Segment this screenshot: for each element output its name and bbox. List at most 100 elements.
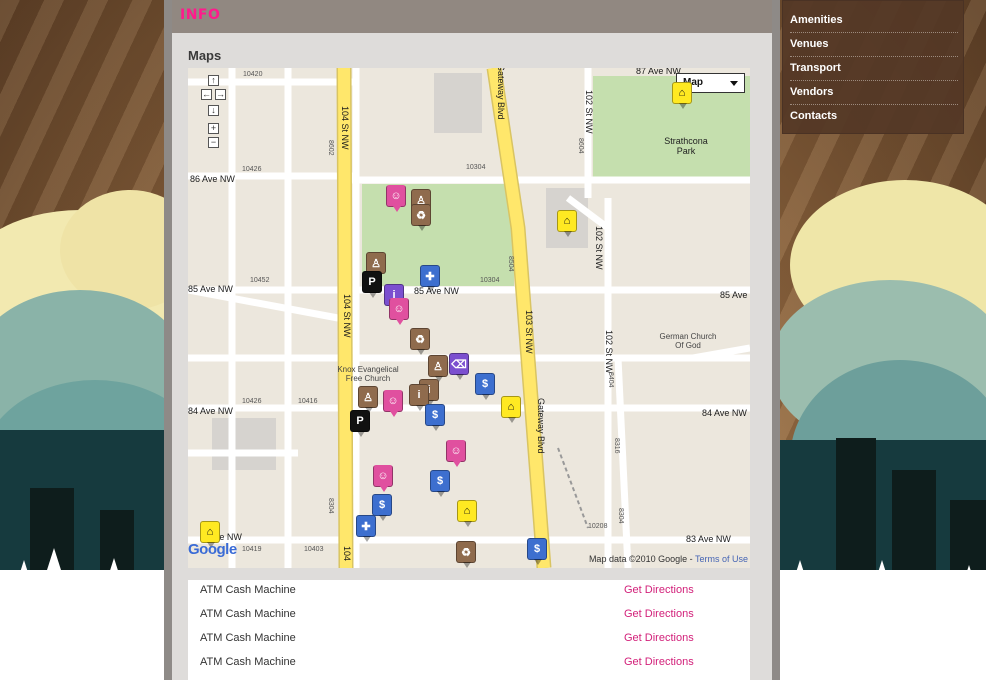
restroom-icon[interactable]: ♙ <box>358 386 378 413</box>
google-logo: Google <box>188 541 237 558</box>
address-number: 10403 <box>304 546 324 553</box>
list-item: ATM Cash Machine Get Directions <box>188 628 750 652</box>
tree <box>868 560 896 604</box>
first-aid-icon[interactable]: ✚ <box>420 265 440 292</box>
house-icon[interactable]: ⌂ <box>200 521 220 548</box>
menu-item-vendors[interactable]: Vendors <box>790 81 958 105</box>
atm-icon[interactable]: $ <box>527 538 547 565</box>
zoom-in-icon[interactable]: + <box>208 123 219 134</box>
get-directions-link[interactable]: Get Directions <box>624 584 694 596</box>
side-menu: Amenities Venues Transport Vendors Conta… <box>782 0 964 134</box>
tree <box>130 570 158 614</box>
atm-icon[interactable]: $ <box>372 494 392 521</box>
list-item-name: ATM Cash Machine <box>200 656 296 668</box>
theater-icon[interactable]: ☺ <box>386 185 406 212</box>
address-number: 10419 <box>242 546 262 553</box>
menu-item-contacts[interactable]: Contacts <box>790 105 958 129</box>
maps-heading: Maps <box>188 48 222 63</box>
place-label-knox-church: Knox Evangelical Free Church <box>337 365 399 383</box>
tree <box>920 576 948 620</box>
street-label-83-ave: 83 Ave NW <box>686 534 731 544</box>
address-number: 10426 <box>242 398 262 405</box>
street-label-86-ave: 86 Ave NW <box>190 174 235 184</box>
building <box>212 418 276 470</box>
recycle-icon[interactable]: ♻ <box>410 328 430 355</box>
restroom-icon[interactable]: ♙ <box>428 355 448 382</box>
list-item-name: ATM Cash Machine <box>200 584 296 596</box>
address-number: 8316 <box>613 438 620 454</box>
house-icon[interactable]: ⌂ <box>501 396 521 423</box>
address-number: 10426 <box>242 166 262 173</box>
list-item-name: ATM Cash Machine <box>200 632 296 644</box>
street-label-85-ave-right: 85 Ave <box>720 290 748 300</box>
right-arrow-icon[interactable]: → <box>215 89 226 100</box>
theater-icon[interactable]: ☺ <box>373 465 393 492</box>
tree <box>10 560 38 604</box>
trash-icon[interactable]: ⌫ <box>449 353 469 380</box>
house-icon[interactable]: ⌂ <box>672 82 692 109</box>
menu-item-amenities[interactable]: Amenities <box>790 9 958 33</box>
street-label-104-st-bottom: 104 <box>342 546 352 562</box>
parking-bike-icon[interactable]: P <box>362 271 382 298</box>
address-number: 10304 <box>466 164 486 171</box>
street-label-102-st-mid: 102 St NW <box>594 226 604 270</box>
address-number: 8304 <box>327 498 334 514</box>
tree <box>100 558 128 602</box>
map-view[interactable]: 87 Ave NW 86 Ave NW 85 Ave NW 85 Ave NW … <box>188 68 750 568</box>
first-aid-icon[interactable]: ✚ <box>356 515 376 542</box>
recycle-icon[interactable]: ♻ <box>456 541 476 568</box>
atm-icon[interactable]: $ <box>425 404 445 431</box>
tree <box>830 575 858 619</box>
up-arrow-icon[interactable]: ↑ <box>208 75 219 86</box>
address-number: 8304 <box>617 508 624 524</box>
address-number: 8404 <box>607 372 614 388</box>
place-label-german-church: German Church Of God <box>659 332 717 350</box>
info-header: INFO <box>172 0 772 33</box>
list-item: ATM Cash Machine Get Directions <box>188 580 750 604</box>
street-label-102-st-lower: 102 St NW <box>604 330 614 374</box>
place-label-strathcona-park: Strathcona Park <box>664 136 708 156</box>
amenity-list: ATM Cash Machine Get Directions ATM Cash… <box>188 580 750 680</box>
menu-item-transport[interactable]: Transport <box>790 57 958 81</box>
house-icon[interactable]: ⌂ <box>457 500 477 527</box>
street-label-gateway-top: Gateway Blvd <box>496 68 506 120</box>
theater-icon[interactable]: ☺ <box>446 440 466 467</box>
address-number: 8604 <box>577 138 584 154</box>
building <box>434 73 482 133</box>
left-arrow-icon[interactable]: ← <box>201 89 212 100</box>
menu-item-venues[interactable]: Venues <box>790 33 958 57</box>
street-label-84-ave-left: 84 Ave NW <box>188 406 233 416</box>
terms-of-use-link[interactable]: Terms of Use <box>695 554 748 564</box>
street-label-103-st: 103 St NW <box>524 310 534 354</box>
atm-icon[interactable]: $ <box>475 373 495 400</box>
list-item: ATM Cash Machine Get Directions <box>188 604 750 628</box>
recycle-icon[interactable]: ♻ <box>411 204 431 231</box>
get-directions-link[interactable]: Get Directions <box>624 632 694 644</box>
list-item: ATM Cash Machine Get Directions <box>188 652 750 676</box>
house-icon[interactable]: ⌂ <box>557 210 577 237</box>
info-icon[interactable]: i <box>409 384 429 411</box>
atm-icon[interactable]: $ <box>430 470 450 497</box>
street-label-104-st-mid: 104 St NW <box>342 294 352 338</box>
get-directions-link[interactable]: Get Directions <box>624 608 694 620</box>
get-directions-link[interactable]: Get Directions <box>624 656 694 668</box>
parking-bike-icon[interactable]: P <box>350 410 370 437</box>
address-number: 10416 <box>298 398 318 405</box>
address-number: 10208 <box>588 523 608 530</box>
theater-icon[interactable]: ☺ <box>383 390 403 417</box>
map-navigation-control: ↑ ← → ↓ + − <box>201 75 227 155</box>
street-label-84-ave-right: 84 Ave NW <box>702 408 747 418</box>
down-arrow-icon[interactable]: ↓ <box>208 105 219 116</box>
street-label-102-st-top: 102 St NW <box>584 90 594 134</box>
zoom-out-icon[interactable]: − <box>208 137 219 148</box>
address-number: 10420 <box>243 71 263 78</box>
list-item-name: ATM Cash Machine <box>200 608 296 620</box>
caret-down-icon <box>730 81 738 86</box>
address-number: 8504 <box>507 256 514 272</box>
street-label-85-ave-mid: 85 Ave NW <box>414 286 459 296</box>
street-label-85-ave-left: 85 Ave NW <box>188 284 233 294</box>
address-number: 10304 <box>480 277 500 284</box>
theater-icon[interactable]: ☺ <box>389 298 409 325</box>
street-label-gateway-mid: Gateway Blvd <box>536 398 546 454</box>
map-attribution: Map data ©2010 Google - Terms of Use <box>588 554 748 564</box>
